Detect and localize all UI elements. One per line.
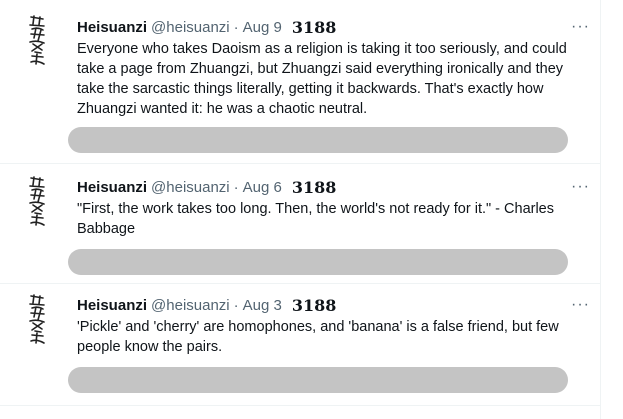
author-name[interactable]: Heisuanzi <box>77 179 147 196</box>
author-handle[interactable]: @heisuanzi <box>151 19 230 36</box>
tweet-number: 3188 <box>291 295 337 315</box>
tweet-card[interactable]: Heisuanzi @heisuanzi · Aug 9 3188 ··· Ev… <box>0 0 600 164</box>
calligraphy-avatar-icon[interactable] <box>22 293 52 347</box>
tweet-text: "First, the work takes too long. Then, t… <box>77 201 554 237</box>
author-handle[interactable]: @heisuanzi <box>151 179 230 196</box>
tweet-date[interactable]: Aug 6 <box>243 179 282 196</box>
tweet-date[interactable]: Aug 3 <box>243 297 282 314</box>
tweet-number: 3188 <box>291 17 337 37</box>
author-handle[interactable]: @heisuanzi <box>151 297 230 314</box>
author-name[interactable]: Heisuanzi <box>77 19 147 36</box>
more-options-icon[interactable]: ··· <box>560 16 590 38</box>
tweet-number: 3188 <box>291 177 337 197</box>
tweet-header: Heisuanzi @heisuanzi · Aug 3 3188 ··· <box>77 294 590 316</box>
separator-dot: · <box>233 296 239 314</box>
tweet-card[interactable]: Heisuanzi @heisuanzi · Aug 3 3188 ··· 'P… <box>0 283 600 406</box>
tweet-date[interactable]: Aug 9 <box>243 19 282 36</box>
tweet-header: Heisuanzi @heisuanzi · Aug 9 3188 ··· <box>77 16 590 38</box>
calligraphy-avatar-icon[interactable] <box>22 14 52 68</box>
calligraphy-avatar-icon[interactable] <box>22 175 52 229</box>
author-name[interactable]: Heisuanzi <box>77 297 147 314</box>
tweet-text: 'Pickle' and 'cherry' are homophones, an… <box>77 319 559 355</box>
more-options-icon[interactable]: ··· <box>560 176 590 198</box>
action-bar-placeholder <box>68 367 568 393</box>
separator-dot: · <box>233 178 239 196</box>
tweet-text: Everyone who takes Daoism as a religion … <box>77 41 567 117</box>
separator-dot: · <box>233 18 239 36</box>
action-bar-placeholder <box>68 127 568 153</box>
tweet-header: Heisuanzi @heisuanzi · Aug 6 3188 ··· <box>77 176 590 198</box>
timeline-feed: Heisuanzi @heisuanzi · Aug 9 3188 ··· Ev… <box>0 0 601 419</box>
action-bar-placeholder <box>68 249 568 275</box>
more-options-icon[interactable]: ··· <box>560 294 590 316</box>
tweet-card[interactable]: Heisuanzi @heisuanzi · Aug 6 3188 ··· "F… <box>0 163 600 284</box>
